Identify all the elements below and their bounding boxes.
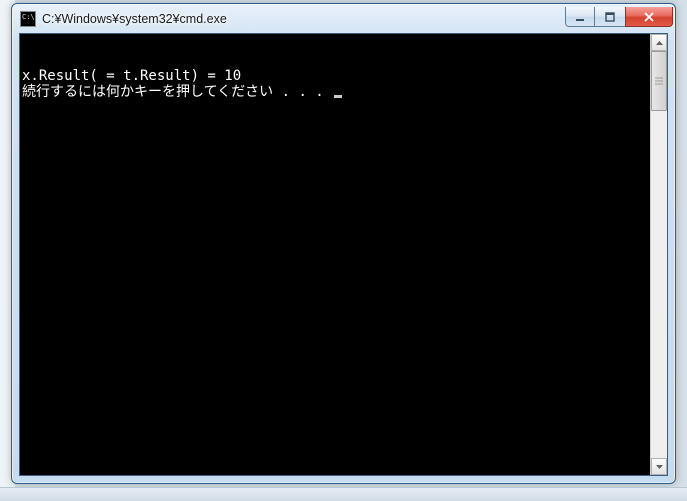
- scroll-up-arrow[interactable]: [651, 34, 667, 51]
- vertical-scrollbar[interactable]: [650, 34, 667, 475]
- console-output[interactable]: x.Result( = t.Result) = 10続行するには何かキーを押して…: [20, 34, 650, 475]
- console-line: x.Result( = t.Result) = 10: [22, 68, 650, 84]
- scroll-down-arrow[interactable]: [651, 458, 667, 475]
- client-area: x.Result( = t.Result) = 10続行するには何かキーを押して…: [19, 33, 668, 476]
- window-buttons: [565, 7, 673, 27]
- scroll-thumb[interactable]: [651, 51, 667, 111]
- titlebar[interactable]: C:¥Windows¥system32¥cmd.exe: [12, 4, 675, 33]
- minimize-button[interactable]: [565, 7, 595, 27]
- cursor: [334, 95, 342, 98]
- scroll-track[interactable]: [651, 51, 667, 458]
- cmd-icon: [20, 11, 36, 27]
- close-button[interactable]: [625, 7, 673, 27]
- maximize-button[interactable]: [595, 7, 625, 27]
- window-title: C:¥Windows¥system32¥cmd.exe: [42, 12, 565, 26]
- statusbar: [0, 487, 687, 501]
- cmd-window: C:¥Windows¥system32¥cmd.exe x.Result( = …: [11, 3, 676, 484]
- console-line: 続行するには何かキーを押してください . . .: [22, 84, 650, 100]
- console-prompt-text: 続行するには何かキーを押してください . . .: [22, 84, 332, 100]
